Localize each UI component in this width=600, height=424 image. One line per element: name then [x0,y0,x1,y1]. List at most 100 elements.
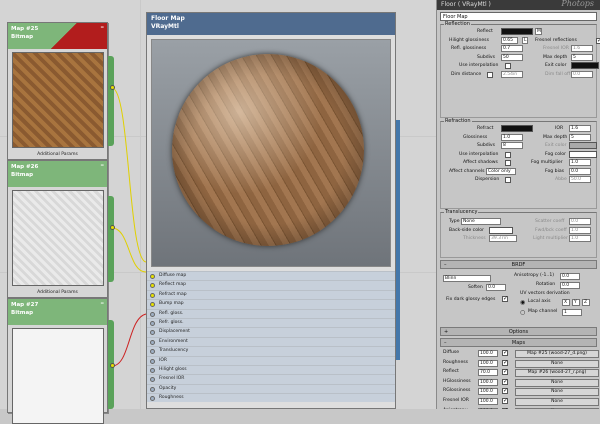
exit-color-swatch[interactable] [571,62,599,69]
map-amount-input[interactable]: 100.0 [478,397,498,405]
lock-button[interactable]: L [522,36,528,44]
translucency-type-select[interactable]: None [461,218,501,225]
fog-mult-input[interactable]: 1.0 [569,159,591,166]
axis-z-button[interactable]: Z [582,299,590,306]
fresnel-ior-input[interactable]: 1.6 [571,45,593,52]
light-mult-input[interactable]: 1.0 [569,235,591,242]
ior-input[interactable]: 1.6 [569,125,591,132]
map-channel-radio[interactable]: ○ [520,309,525,316]
exit-color-swatch[interactable] [569,142,597,149]
input-slot[interactable]: Reflect map [147,280,395,290]
input-slot[interactable]: Refl. gloss. [147,308,395,318]
dispersion-checkbox[interactable] [505,177,511,183]
material-name-field[interactable]: Floor Map [440,12,597,21]
slot-socket[interactable] [150,302,155,308]
input-slot[interactable]: Displacement [147,327,395,337]
soften-input[interactable]: 0.0 [486,284,506,291]
input-slot[interactable]: Bump map [147,299,395,309]
thickness-input[interactable]: 39.37in [489,235,517,242]
refl-gloss-input[interactable]: 0.7 [501,45,523,52]
input-slot[interactable]: IOR [147,355,395,365]
axis-y-button[interactable]: Y [572,299,580,306]
input-slot[interactable]: Fresnel IOR [147,374,395,384]
dim-distance-checkbox[interactable] [487,71,493,78]
fwdbck-input[interactable]: 1.0 [569,226,591,234]
fog-bias-input[interactable]: 0.0 [569,167,591,175]
map-slot-button[interactable]: None [515,359,599,368]
slot-socket[interactable] [150,330,155,336]
slot-socket[interactable] [150,292,155,298]
slot-socket[interactable] [150,274,155,279]
map-amount-input[interactable]: 100.0 [478,378,498,386]
map-slot-button[interactable]: None [515,397,599,406]
affect-shadows-checkbox[interactable] [505,160,511,166]
fix-dark-edges-checkbox[interactable] [502,295,508,302]
node-editor-canvas[interactable]: Map #25 Bitmap – Additional Params Map #26… [0,0,436,424]
slot-socket[interactable] [150,311,155,317]
map-amount-input[interactable]: 100.0 [478,350,498,357]
affect-channels-select[interactable]: Color only [486,167,516,175]
output-connector[interactable] [110,363,115,368]
slot-socket[interactable] [150,377,155,383]
map-amount-input[interactable]: 70.0 [478,369,498,377]
slot-socket[interactable] [150,396,155,402]
map-enable-checkbox[interactable] [502,387,508,395]
map-enable-checkbox[interactable] [502,368,508,376]
node-floor-map[interactable]: Floor Map VRayMtl Diffuse map Reflect map R… [146,12,396,409]
map-amount-input[interactable]: 100.0 [478,359,498,367]
fresnel-checkbox[interactable] [596,37,600,45]
slot-socket[interactable] [150,349,155,355]
map-enable-checkbox[interactable] [502,397,508,405]
brdf-type-select[interactable]: Blinn [443,275,491,282]
backside-color-swatch[interactable] [489,226,513,234]
slot-socket[interactable] [150,339,155,345]
gloss-input[interactable]: 1.0 [501,133,523,141]
map-enable-checkbox[interactable] [502,359,508,367]
map-channel-input[interactable]: 1 [562,309,582,316]
map-enable-checkbox[interactable] [502,349,508,357]
reflect-color-swatch[interactable] [501,28,533,35]
output-connector[interactable] [110,85,115,90]
max-depth-input[interactable]: 5 [569,133,591,141]
output-connector[interactable] [110,225,115,230]
dim-falloff-input[interactable]: 0.0 [571,70,593,78]
map-amount-input[interactable]: 100.0 [478,388,498,396]
map-slot-button[interactable]: None [515,378,599,387]
slot-socket[interactable] [150,320,155,326]
map-slot-button[interactable]: Map #25 (wood-27_d.png) [515,350,599,358]
options-rollout[interactable]: + Options [440,327,597,336]
hilight-gloss-input[interactable]: 0.65 [501,36,518,44]
slot-socket[interactable] [150,367,155,373]
use-interp-checkbox[interactable] [505,63,511,69]
subdivs-input[interactable]: 50 [501,53,523,61]
abbe-input[interactable]: 50.0 [569,176,591,183]
reflect-map-button[interactable]: M [535,28,542,35]
axis-x-button[interactable]: X [562,299,570,306]
scatter-input[interactable]: 0.0 [569,218,591,225]
node-scrollbar[interactable] [396,120,400,360]
rotation-input[interactable]: 0.0 [560,282,580,289]
input-slot[interactable]: Refr. gloss. [147,317,395,328]
max-depth-input[interactable]: 5 [571,53,593,61]
input-slot[interactable]: Roughness [147,393,395,403]
input-slot[interactable]: Opacity [147,383,395,394]
input-slot[interactable]: Environment [147,336,395,347]
input-slot[interactable]: Diffuse map [147,271,395,281]
slot-socket[interactable] [150,358,155,364]
input-slot[interactable]: Refract map [147,289,395,300]
subdivs-input[interactable]: 8 [501,142,523,149]
local-axis-radio[interactable]: ◉ [520,299,525,306]
map-slot-button[interactable]: None [515,388,599,397]
anisotropy-input[interactable]: 0.0 [560,273,580,280]
slot-socket[interactable] [150,283,155,289]
map-slot-button[interactable]: Map #26 (wood-27_r.png) [515,369,599,378]
node-header[interactable]: Floor Map VRayMtl [147,13,395,35]
slot-socket[interactable] [150,386,155,392]
fog-color-swatch[interactable] [569,150,597,158]
use-interp-checkbox[interactable] [505,151,511,158]
brdf-rollout[interactable]: – BRDF [440,260,597,269]
refract-color-swatch[interactable] [501,125,533,132]
input-slot[interactable]: Translucency [147,346,395,356]
input-slot[interactable]: Hilight gloss [147,364,395,375]
map-enable-checkbox[interactable] [502,378,508,386]
